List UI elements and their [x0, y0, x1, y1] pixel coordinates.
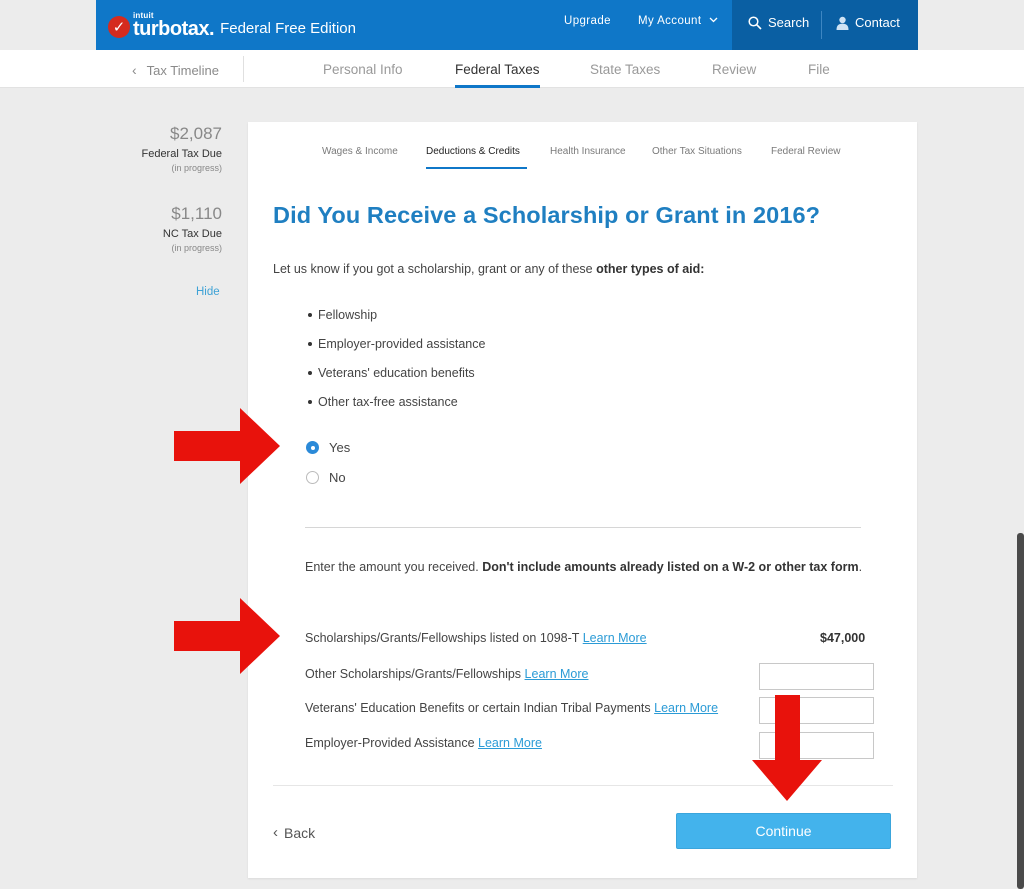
state-tax-summary: $1,110 NC Tax Due (in progress)	[163, 204, 222, 253]
tax-timeline-link[interactable]: ‹ Tax Timeline	[132, 62, 219, 78]
contact-button[interactable]: Contact	[836, 15, 900, 30]
person-icon	[836, 16, 849, 30]
page-scrollbar[interactable]	[1017, 533, 1024, 889]
bullet-icon	[308, 313, 312, 317]
subtab-other-tax-situations[interactable]: Other Tax Situations	[652, 146, 742, 157]
continue-button[interactable]: Continue	[676, 813, 891, 849]
radio-no-label: No	[329, 470, 346, 485]
continue-label: Continue	[755, 823, 812, 839]
field-row-veterans: Veterans' Education Benefits or certain …	[305, 701, 718, 715]
radio-yes-label: Yes	[329, 440, 351, 455]
state-tax-label: NC Tax Due	[162, 228, 222, 240]
logo-intuit: intuit	[133, 11, 154, 20]
list-item: Veterans' education benefits	[308, 366, 475, 380]
turbotax-logo[interactable]: ✓ intuit turbotax. Federal Free Edition	[108, 11, 356, 40]
state-tax-amount: $1,110	[171, 204, 222, 223]
logo-brand: turbotax.	[133, 18, 215, 40]
subtab-health-insurance[interactable]: Health Insurance	[550, 146, 626, 157]
tax-timeline-label: Tax Timeline	[146, 62, 219, 78]
amount-instructions-bold: Don't include amounts already listed on …	[482, 560, 859, 574]
subtab-federal-review[interactable]: Federal Review	[771, 146, 840, 157]
back-button[interactable]: ‹ Back	[273, 824, 315, 841]
learn-more-link[interactable]: Learn More	[654, 701, 718, 715]
page-title: Did You Receive a Scholarship or Grant i…	[273, 202, 821, 228]
learn-more-link[interactable]: Learn More	[525, 667, 589, 681]
radio-yes[interactable]: Yes	[306, 440, 350, 455]
hide-summary-link[interactable]: Hide	[196, 286, 220, 298]
list-item: Employer-provided assistance	[308, 337, 485, 351]
subtab-deductions-credits[interactable]: Deductions & Credits	[426, 146, 520, 157]
bullet-icon	[308, 342, 312, 346]
field-label-veterans: Veterans' Education Benefits or certain …	[305, 701, 651, 715]
tab-personal-info[interactable]: Personal Info	[323, 62, 403, 77]
tab-state-taxes[interactable]: State Taxes	[590, 62, 660, 77]
field-value-1098t: $47,000	[820, 631, 866, 645]
field-row-1098t: Scholarships/Grants/Fellowships listed o…	[305, 631, 647, 645]
intro-text-bold: other types of aid:	[596, 262, 705, 276]
field-label-other: Other Scholarships/Grants/Fellowships	[305, 667, 522, 681]
bullet-icon	[308, 371, 312, 375]
arrow-right-icon	[174, 598, 280, 674]
radio-no[interactable]: No	[306, 470, 346, 485]
edition-label: Federal Free Edition	[220, 20, 356, 37]
checkmark-icon: ✓	[108, 16, 130, 38]
progress-nav: ‹ Tax Timeline Personal Info Federal Tax…	[0, 50, 1024, 88]
search-icon	[748, 15, 762, 30]
tab-review[interactable]: Review	[712, 62, 756, 77]
bullet-label: Veterans' education benefits	[318, 366, 475, 380]
state-tax-note: (in progress)	[171, 243, 222, 253]
back-label: Back	[284, 824, 316, 841]
arrow-right-icon	[174, 408, 280, 484]
federal-tax-note: (in progress)	[171, 163, 222, 173]
chevron-left-icon: ‹	[273, 824, 278, 841]
chevron-down-icon	[709, 17, 718, 23]
arrow-down-icon	[752, 695, 822, 801]
my-account-label: My Account	[638, 15, 702, 27]
top-bar: ✓ intuit turbotax. Federal Free Edition …	[0, 0, 1024, 50]
list-item: Other tax-free assistance	[308, 395, 458, 409]
field-label-1098t: Scholarships/Grants/Fellowships listed o…	[305, 631, 580, 645]
bullet-label: Employer-provided assistance	[318, 337, 486, 351]
radio-no-circle[interactable]	[306, 471, 319, 484]
bullet-icon	[308, 400, 312, 404]
federal-tax-label: Federal Tax Due	[141, 148, 222, 160]
list-item: Fellowship	[308, 308, 377, 322]
field-row-other: Other Scholarships/Grants/Fellowships Le…	[305, 667, 588, 681]
timeline-divider	[243, 56, 244, 82]
intro-text: Let us know if you got a scholarship, gr…	[273, 262, 704, 276]
tab-federal-taxes[interactable]: Federal Taxes	[455, 62, 540, 77]
active-subtab-indicator	[426, 167, 527, 169]
search-contact-area: Search Contact	[732, 0, 918, 50]
amount-instructions-plain: Enter the amount you received.	[305, 560, 483, 574]
radio-yes-circle[interactable]	[306, 441, 319, 454]
contact-label: Contact	[855, 15, 900, 30]
my-account-menu[interactable]: My Account	[638, 15, 718, 27]
federal-tax-amount: $2,087	[170, 124, 222, 143]
amount-instructions: Enter the amount you received. Don't inc…	[305, 556, 895, 578]
bullet-label: Other tax-free assistance	[318, 395, 458, 409]
search-button[interactable]: Search	[748, 15, 809, 30]
learn-more-link[interactable]: Learn More	[478, 736, 542, 750]
active-tab-indicator	[455, 85, 540, 88]
intro-text-plain: Let us know if you got a scholarship, gr…	[273, 262, 597, 276]
field-label-employer: Employer-Provided Assistance	[305, 736, 475, 750]
subtab-wages-income[interactable]: Wages & Income	[322, 146, 398, 157]
chevron-left-icon: ‹	[132, 62, 137, 78]
upgrade-link[interactable]: Upgrade	[564, 15, 611, 27]
search-label: Search	[768, 15, 810, 30]
federal-tax-summary: $2,087 Federal Tax Due (in progress)	[141, 124, 222, 173]
section-divider	[305, 527, 861, 528]
amount-instructions-end: .	[858, 560, 863, 574]
learn-more-link[interactable]: Learn More	[583, 631, 647, 645]
tab-file[interactable]: File	[808, 62, 830, 77]
nav-divider	[821, 11, 822, 39]
field-row-employer: Employer-Provided Assistance Learn More	[305, 736, 542, 750]
other-scholarships-input[interactable]	[759, 663, 874, 690]
bullet-label: Fellowship	[318, 308, 378, 322]
header: ✓ intuit turbotax. Federal Free Edition …	[96, 0, 918, 50]
